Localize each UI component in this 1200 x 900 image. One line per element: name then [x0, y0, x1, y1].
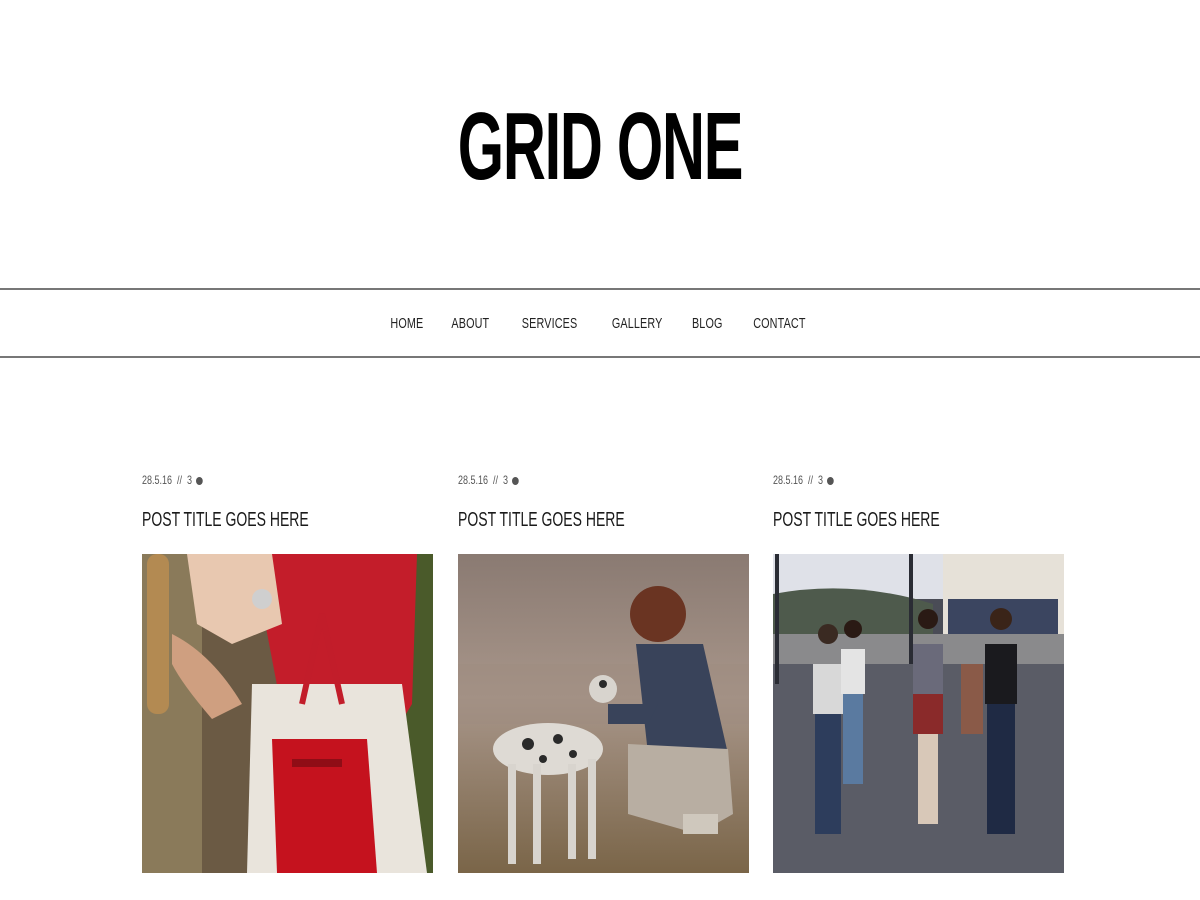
nav-item-gallery[interactable]: GALLERY: [612, 315, 663, 332]
site-header: GRID ONE: [0, 0, 1200, 289]
post-image-friends-walking[interactable]: [773, 554, 1064, 873]
nav-item-services[interactable]: SERVICES: [522, 315, 578, 332]
nav-item-contact[interactable]: CONTACT: [753, 315, 805, 332]
post-date: 28.5.16: [458, 473, 489, 487]
nav-item-blog[interactable]: BLOG: [692, 315, 723, 332]
post-card: 28.5.16 // 3 POST TITLE GOES HERE: [458, 470, 749, 873]
main-navigation: HOME ABOUT SERVICES GALLERY BLOG CONTACT: [0, 288, 1200, 358]
comment-icon[interactable]: [512, 476, 519, 485]
meta-separator: //: [493, 473, 499, 487]
comment-count[interactable]: 3: [187, 473, 192, 487]
post-image-woman-red-handbag[interactable]: [142, 554, 433, 873]
nav-list: HOME ABOUT SERVICES GALLERY BLOG CONTACT: [0, 290, 1200, 356]
comment-count[interactable]: 3: [503, 473, 508, 487]
comment-icon[interactable]: [196, 476, 203, 485]
nav-item-home[interactable]: HOME: [391, 315, 424, 332]
post-image-woman-with-dog[interactable]: [458, 554, 749, 873]
post-meta: 28.5.16 // 3: [142, 470, 360, 490]
post-meta: 28.5.16 // 3: [458, 470, 676, 490]
post-meta: 28.5.16 // 3: [773, 470, 991, 490]
nav-item-about[interactable]: ABOUT: [452, 315, 490, 332]
post-card: 28.5.16 // 3 POST TITLE GOES HERE: [142, 470, 433, 873]
meta-separator: //: [808, 473, 814, 487]
post-title[interactable]: POST TITLE GOES HERE: [142, 508, 346, 532]
post-date: 28.5.16: [142, 473, 173, 487]
friends-walking-photo: [773, 554, 1064, 873]
comment-count[interactable]: 3: [818, 473, 823, 487]
site-logo[interactable]: GRID ONE: [228, 92, 972, 202]
post-card: 28.5.16 // 3 POST TITLE GOES HERE: [773, 470, 1064, 873]
comment-icon[interactable]: [827, 476, 834, 485]
woman-red-handbag-photo: [142, 554, 433, 873]
post-date: 28.5.16: [773, 473, 804, 487]
post-title[interactable]: POST TITLE GOES HERE: [773, 508, 977, 532]
post-title[interactable]: POST TITLE GOES HERE: [458, 508, 662, 532]
meta-separator: //: [177, 473, 183, 487]
post-grid: 28.5.16 // 3 POST TITLE GOES HERE 28.5.1…: [142, 470, 1064, 880]
woman-with-dog-photo: [458, 554, 749, 873]
